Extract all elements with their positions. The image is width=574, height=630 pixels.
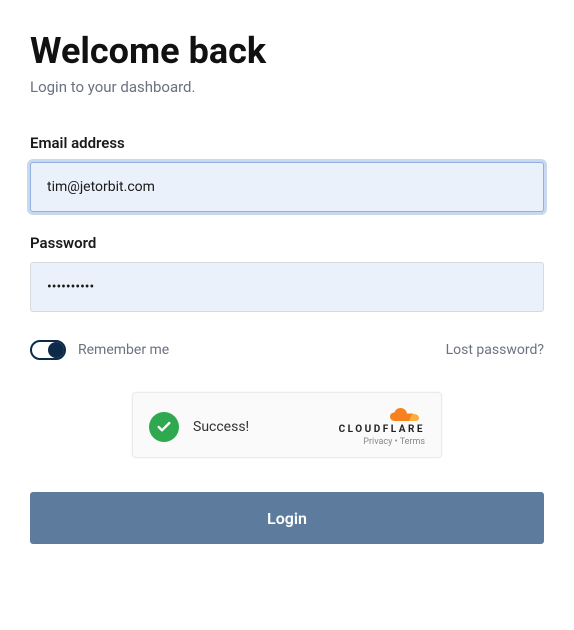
lost-password-link[interactable]: Lost password? (446, 342, 544, 358)
email-input[interactable] (30, 162, 544, 212)
cloudflare-brand-text: CLOUDFLARE (339, 424, 425, 435)
terms-link[interactable]: Terms (400, 437, 425, 447)
password-label: Password (30, 234, 544, 252)
remember-label: Remember me (78, 342, 169, 358)
page-title: Welcome back (30, 30, 544, 72)
captcha-branding: CLOUDFLARE Privacy • Terms (339, 407, 425, 447)
captcha-widget: Success! CLOUDFLARE Privacy • Terms (132, 392, 442, 458)
toggle-knob-icon (48, 342, 64, 358)
captcha-status: Success! (149, 412, 249, 442)
privacy-link[interactable]: Privacy (363, 437, 392, 447)
cloudflare-logo: CLOUDFLARE (339, 407, 425, 435)
remember-wrap: Remember me (30, 340, 169, 360)
options-row: Remember me Lost password? (30, 340, 544, 360)
email-group: Email address (30, 134, 544, 212)
login-button[interactable]: Login (30, 492, 544, 544)
captcha-links: Privacy • Terms (339, 437, 425, 447)
links-separator: • (392, 437, 399, 447)
password-input[interactable] (30, 262, 544, 312)
page-subtitle: Login to your dashboard. (30, 78, 544, 96)
success-check-icon (149, 412, 179, 442)
remember-toggle[interactable] (30, 340, 66, 360)
captcha-status-text: Success! (193, 419, 249, 435)
email-label: Email address (30, 134, 544, 152)
password-group: Password (30, 234, 544, 312)
cloudflare-cloud-icon (387, 407, 425, 423)
